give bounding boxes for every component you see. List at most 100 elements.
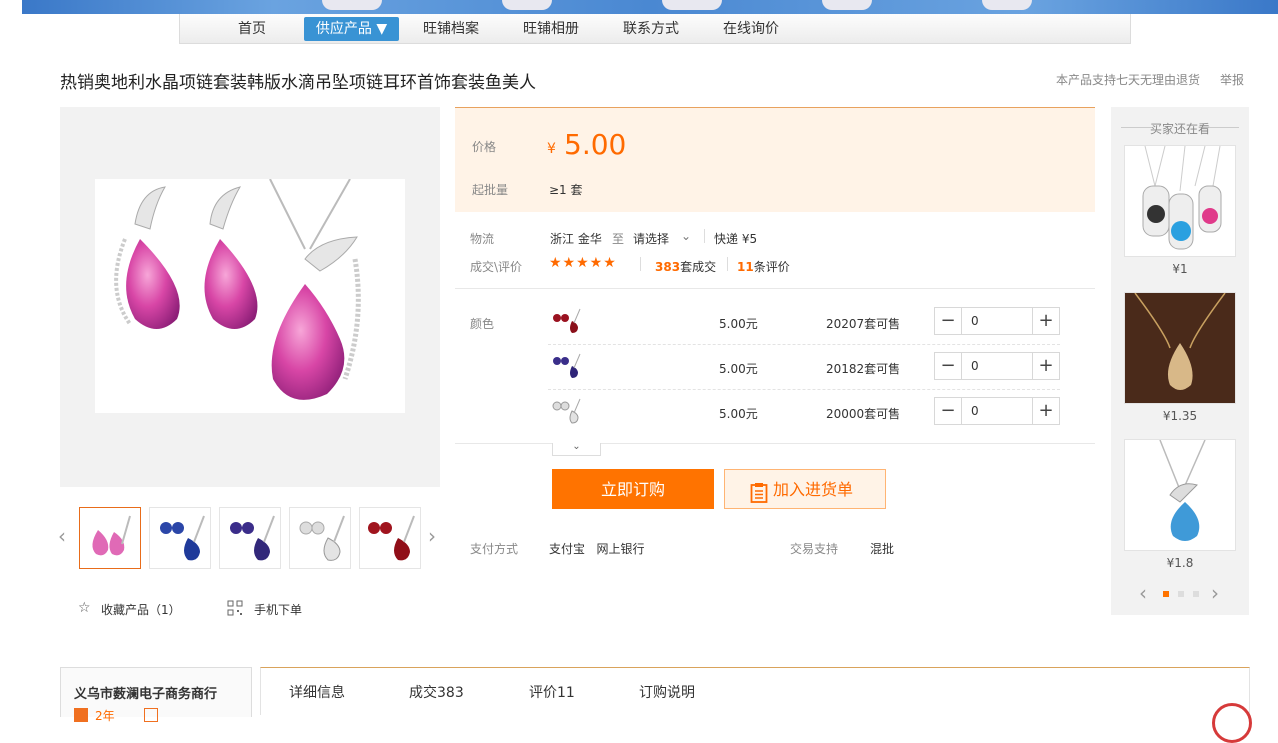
separator: [727, 257, 728, 271]
thumbnail-purple[interactable]: [219, 507, 281, 569]
chevron-down-icon: ⌄: [572, 441, 581, 452]
shop-banner: [22, 0, 1278, 14]
destination-select[interactable]: 请选择 ⌄: [633, 229, 695, 247]
minus-icon[interactable]: −: [935, 353, 962, 379]
shop-name[interactable]: 义乌市薮澜电子商务商行: [74, 683, 217, 702]
nav-item-products[interactable]: 供应产品 ▼: [304, 17, 399, 41]
thumbnail-red[interactable]: [359, 507, 421, 569]
thumbnail-blue[interactable]: [149, 507, 211, 569]
variant-price: 5.00元: [719, 362, 758, 376]
row-divider: [548, 344, 1060, 345]
shop-info-box: 义乌市薮澜电子商务商行 2年: [60, 667, 252, 723]
variant-stock: 20000套可售: [826, 407, 901, 421]
quantity-stepper: − +: [934, 307, 1060, 335]
recommend-item-price: ¥1.35: [1162, 409, 1198, 423]
recommend-next-icon[interactable]: ›: [1211, 581, 1219, 605]
price-box: 价格 ¥ 5.00 起批量 ≥1 套: [455, 107, 1095, 212]
expand-variants-button[interactable]: ⌄: [552, 441, 601, 456]
report-link[interactable]: 举报: [1220, 71, 1244, 88]
color-label: 颜色: [470, 317, 495, 331]
currency-symbol: ¥: [547, 141, 556, 157]
buy-now-button[interactable]: 立即订购: [552, 469, 714, 509]
shop-years: 2年: [95, 709, 115, 723]
add-to-purchase-list-label: 加入进货单: [773, 480, 854, 499]
tab-reviews[interactable]: 评价11: [529, 682, 575, 702]
chevron-down-icon: ⌄: [681, 229, 692, 243]
tab-transactions[interactable]: 成交383: [409, 682, 464, 702]
star-outline-icon[interactable]: ☆: [78, 600, 91, 616]
plus-icon[interactable]: +: [1032, 353, 1059, 379]
recommend-title: 买家还在看: [1149, 122, 1210, 136]
thumbnail-pink[interactable]: [79, 507, 141, 569]
product-gallery: [60, 107, 440, 487]
vip-badge-icon: [74, 708, 88, 722]
return-policy-link[interactable]: 本产品支持七天无理由退货: [1056, 71, 1200, 88]
nav-item-contact[interactable]: 联系方式: [616, 14, 686, 43]
nav-item-home[interactable]: 首页: [222, 14, 282, 43]
banner-decoration: [822, 0, 872, 10]
banner-decoration: [322, 0, 382, 10]
variant-image-red[interactable]: [550, 307, 582, 335]
price-value: 5.00: [564, 128, 627, 161]
variant-image-white[interactable]: [550, 397, 582, 425]
moq-label: 起批量: [472, 183, 509, 197]
variant-price: 5.00元: [719, 407, 758, 421]
title-line: [1209, 127, 1239, 128]
variant-image-purple[interactable]: [550, 352, 582, 380]
product-title: 热销奥地利水晶项链套装韩版水滴吊坠项链耳环首饰套装鱼美人: [60, 73, 536, 93]
recommend-panel: 买家还在看 ¥1 ¥1.35 ¥1.8 ‹ ›: [1111, 107, 1249, 615]
review-count[interactable]: 11条评价: [737, 258, 790, 275]
tab-order-notes[interactable]: 订购说明: [639, 682, 695, 702]
quantity-input[interactable]: [963, 353, 1033, 379]
destination-value: 请选择: [633, 232, 670, 246]
product-main-image[interactable]: [95, 178, 405, 413]
quantity-input[interactable]: [963, 398, 1033, 424]
recommend-item-image[interactable]: [1124, 145, 1236, 257]
detail-tabs: 详细信息 成交383 评价11 订购说明: [260, 667, 1250, 715]
recommend-item-price: ¥1.8: [1166, 556, 1194, 570]
tab-details[interactable]: 详细信息: [289, 682, 345, 702]
variant-stock: 20182套可售: [826, 362, 901, 376]
ship-origin: 浙江 金华: [550, 232, 602, 246]
qr-code-icon[interactable]: [227, 600, 243, 616]
floating-service-icon[interactable]: [1212, 703, 1252, 743]
plus-icon[interactable]: +: [1032, 308, 1059, 334]
thumbnail-white[interactable]: [289, 507, 351, 569]
recommend-prev-icon[interactable]: ‹: [1139, 581, 1147, 605]
quantity-input[interactable]: [963, 308, 1033, 334]
pager-dot[interactable]: [1193, 591, 1199, 597]
trade-support-label: 交易支持: [790, 542, 839, 556]
quantity-stepper: − +: [934, 397, 1060, 425]
sold-count[interactable]: 383套成交: [655, 258, 716, 275]
payment-methods: 支付宝 网上银行: [549, 542, 645, 556]
favorite-link[interactable]: 收藏产品（1）: [101, 601, 181, 618]
recommend-item-price: ¥1: [1172, 262, 1188, 276]
sold-number: 383: [655, 260, 681, 274]
recommend-item-image[interactable]: [1124, 292, 1236, 404]
nav-item-album[interactable]: 旺铺相册: [516, 14, 586, 43]
nav-item-inquiry[interactable]: 在线询价: [716, 14, 786, 43]
ship-to-label: 至: [612, 232, 625, 246]
pager-dot[interactable]: [1178, 591, 1184, 597]
quantity-stepper: − +: [934, 352, 1060, 380]
logistics-label: 物流: [470, 232, 495, 246]
minus-icon[interactable]: −: [935, 308, 962, 334]
add-to-purchase-list-button[interactable]: 加入进货单: [724, 469, 886, 509]
plus-icon[interactable]: +: [1032, 398, 1059, 424]
nav-item-profile[interactable]: 旺铺档案: [416, 14, 486, 43]
minus-icon[interactable]: −: [935, 398, 962, 424]
divider: [455, 288, 1095, 289]
thumb-next-icon[interactable]: ›: [428, 524, 436, 548]
pager-dot-active[interactable]: [1163, 591, 1169, 597]
rating-stars: ★★★★★: [549, 255, 617, 271]
shop-nav-bar: 首页 供应产品 ▼ 旺铺档案 旺铺相册 联系方式 在线询价: [179, 14, 1131, 44]
variant-price: 5.00元: [719, 317, 758, 331]
recommend-item-image[interactable]: [1124, 439, 1236, 551]
review-number: 11: [737, 260, 754, 274]
payment-label: 支付方式: [470, 542, 519, 556]
thumb-prev-icon[interactable]: ‹: [58, 524, 66, 548]
mobile-order-link[interactable]: 手机下单: [254, 601, 302, 618]
clipboard-icon: [750, 479, 768, 503]
variant-stock: 20207套可售: [826, 317, 901, 331]
banner-decoration: [662, 0, 722, 10]
